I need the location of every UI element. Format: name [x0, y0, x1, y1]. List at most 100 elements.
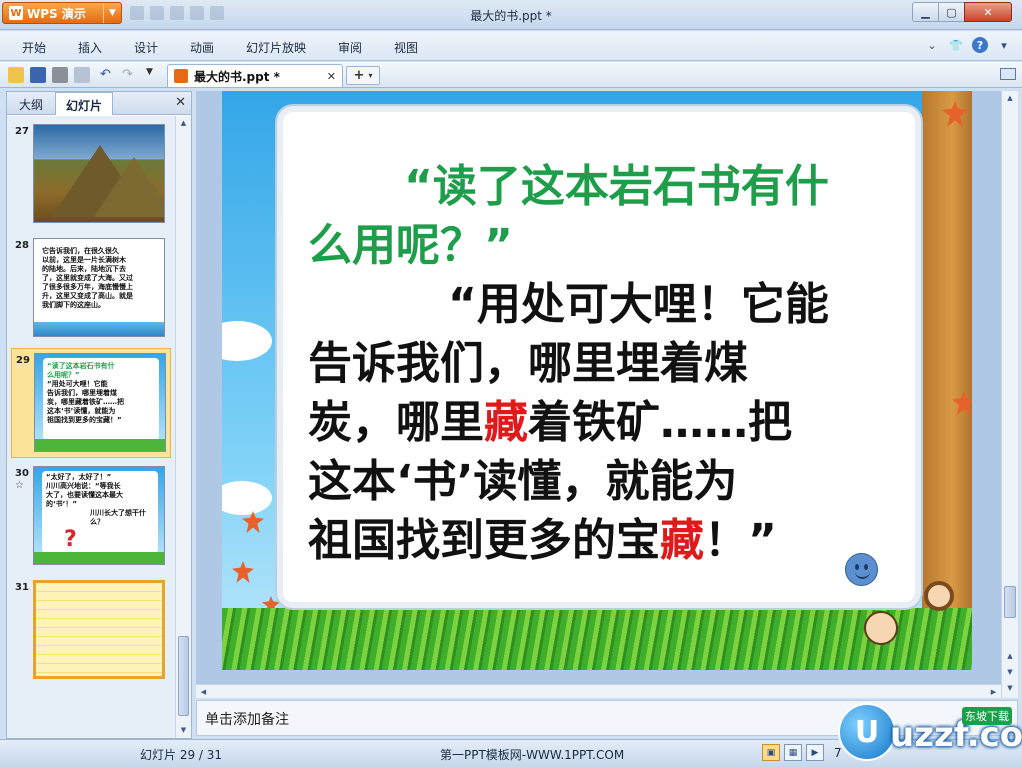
slide-preview: [33, 580, 165, 679]
menu-item-slideshow[interactable]: 幻灯片放映: [246, 39, 306, 56]
cloud-decoration: [222, 481, 272, 515]
thumb-line: 川川长大了想干什: [90, 509, 146, 517]
slide-number: 29: [16, 355, 30, 366]
slideshow-view-icon[interactable]: ▶: [806, 744, 824, 761]
scroll-up-icon[interactable]: ▲: [1002, 649, 1018, 664]
child-character-image: [864, 611, 898, 645]
thumb-line: “太好了，太好了！”: [46, 473, 112, 481]
watermark-tag: 东坡下载: [962, 707, 1012, 725]
slide-thumbnail-30[interactable]: 30 ☆ “太好了，太好了！” 川川高兴地说：“等我长 大了，也要读懂这本最大 …: [11, 462, 171, 572]
window-layout-icon[interactable]: [1000, 68, 1016, 80]
new-tab-button[interactable]: + ▾: [346, 66, 380, 85]
slide-thumbnail-31[interactable]: 31: [11, 576, 171, 686]
tab-slides[interactable]: 幻灯片: [55, 92, 114, 115]
slide-number: 30: [15, 468, 29, 479]
menu-bar: 开始 插入 设计 动画 幻灯片放映 审阅 视图 ⌄ 👕 ? ▾: [0, 31, 1022, 61]
chevron-down-icon[interactable]: ▾: [996, 37, 1012, 53]
close-icon[interactable]: ✕: [327, 70, 336, 83]
question-line-1: “读了这本岩石书有什: [404, 161, 829, 212]
notes-placeholder[interactable]: 单击添加备注: [205, 709, 289, 729]
thumb-line: 祖国找到更多的宝藏！”: [47, 416, 122, 424]
thumb-line: 炭，哪里藏着铁矿……把: [47, 398, 124, 406]
redo-icon[interactable]: ↷: [122, 67, 138, 83]
thumb-line: “用处可大哩！它能: [47, 380, 108, 388]
chevron-down-icon[interactable]: ▼: [146, 67, 162, 83]
window-title: 最大的书.ppt *: [470, 9, 552, 23]
question-line-2: 么用呢？”: [308, 220, 513, 271]
open-folder-icon[interactable]: [8, 67, 24, 83]
slide-preview: “读了这本岩石书有什 么用呢？” “用处可大哩！它能 告诉我们，哪里埋着煤 炭，…: [34, 353, 166, 452]
close-icon[interactable]: ✕: [175, 95, 186, 110]
girl-character-image: [924, 581, 954, 611]
slide-thumbnail-list: 27 28 它告诉我们，在很久很久 以前，这里是一片长满树木 的陆地。后来，陆地…: [7, 116, 175, 738]
scroll-down-icon[interactable]: ▼: [176, 723, 191, 738]
template-name: 第一PPT模板网-WWW.1PPT.COM: [440, 748, 625, 762]
scroll-left-icon[interactable]: ◀: [196, 685, 211, 699]
menu-item-view[interactable]: 视图: [394, 39, 418, 56]
print-preview-icon[interactable]: [74, 67, 90, 83]
menu-item-insert[interactable]: 插入: [78, 39, 102, 56]
scroll-up-icon[interactable]: ▲: [176, 116, 191, 131]
scroll-right-icon[interactable]: ▶: [986, 685, 1001, 699]
maximize-button[interactable]: ▢: [938, 2, 965, 22]
slide-horizontal-scrollbar[interactable]: ◀ ▶: [196, 684, 1001, 698]
plus-icon: +: [353, 68, 365, 83]
minimize-button[interactable]: ▁: [912, 2, 939, 22]
thumb-line: 我们脚下的这座山。: [42, 301, 105, 309]
slide-vertical-scrollbar[interactable]: ▲ ▲ ▼ ▼: [1001, 91, 1018, 698]
thumb-line: 了很多很多万年，海底慢慢上: [42, 283, 133, 291]
uzzf-watermark: U uzzf.com 东坡下载: [838, 703, 1022, 765]
help-icon[interactable]: ?: [972, 37, 988, 53]
panel-tabs: 大纲 幻灯片 ✕: [7, 92, 191, 115]
answer-line-5: 祖国找到更多的宝藏！”: [308, 515, 777, 566]
scroll-down-icon[interactable]: ▼: [1002, 665, 1018, 680]
thumb-line: 升，这里又变成了高山。就是: [42, 292, 133, 300]
maple-leaf-icon: [232, 561, 254, 583]
question-mark-icon: ?: [64, 527, 77, 552]
menu-item-home[interactable]: 开始: [22, 39, 46, 56]
grass-decoration: [222, 608, 972, 670]
answer-line-1: “用处可大哩！它能: [448, 279, 829, 330]
toolbar: ↶ ↷ ▼ 最大的书.ppt * ✕ + ▾: [0, 62, 1022, 88]
undo-icon[interactable]: ↶: [100, 67, 116, 83]
cloud-decoration: [222, 321, 272, 361]
slide-body-text[interactable]: “读了这本岩石书有什 么用呢？” “用处可大哩！它能 告诉我们，哪里埋着煤 炭，…: [308, 157, 898, 570]
tab-outline[interactable]: 大纲: [9, 92, 53, 115]
slide-preview: “太好了，太好了！” 川川高兴地说：“等我长 大了，也要读懂这本最大 的‘书’！…: [33, 466, 165, 565]
print-icon[interactable]: [52, 67, 68, 83]
slide-sorter-view-icon[interactable]: ▦: [784, 744, 802, 761]
thumb-line: 它告诉我们，在很久很久: [42, 247, 119, 255]
slides-panel: 大纲 幻灯片 ✕ 27 28 它告诉我们，在很久很久 以前，这里是一片长满树木 …: [6, 91, 192, 739]
skin-icon[interactable]: 👕: [948, 37, 964, 53]
close-button[interactable]: ✕: [964, 2, 1012, 22]
slide-thumbnail-28[interactable]: 28 它告诉我们，在很久很久 以前，这里是一片长满树木 的陆地。后来，陆地沉下去…: [11, 234, 171, 344]
slide-number: 27: [15, 126, 29, 137]
slide-thumbnail-27[interactable]: 27: [11, 120, 171, 230]
thumb-line: 么用呢？”: [47, 371, 80, 379]
scroll-down-icon[interactable]: ▼: [1002, 681, 1018, 696]
document-tab[interactable]: 最大的书.ppt * ✕: [167, 64, 343, 87]
scroll-thumb[interactable]: [178, 636, 189, 716]
current-slide[interactable]: “读了这本岩石书有什 么用呢？” “用处可大哩！它能 告诉我们，哪里埋着煤 炭，…: [222, 91, 972, 670]
menu-item-animation[interactable]: 动画: [190, 39, 214, 56]
panel-scrollbar[interactable]: ▲ ▼: [175, 116, 191, 738]
scroll-thumb[interactable]: [1004, 586, 1016, 618]
thumb-line: “读了这本岩石书有什: [47, 362, 115, 370]
ppt-file-icon: [174, 69, 188, 83]
menu-item-design[interactable]: 设计: [134, 39, 158, 56]
chevron-down-icon[interactable]: ⌄: [924, 37, 940, 53]
slide-thumbnail-29[interactable]: 29 “读了这本岩石书有什 么用呢？” “用处可大哩！它能 告诉我们，哪里埋着煤…: [11, 348, 171, 458]
scroll-up-icon[interactable]: ▲: [1002, 91, 1018, 106]
mountain-image: [33, 124, 165, 223]
slide-preview: 它告诉我们，在很久很久 以前，这里是一片长满树木 的陆地。后来，陆地沉下去 了，…: [33, 238, 165, 337]
thumb-line: 的陆地。后来，陆地沉下去: [42, 265, 126, 273]
menu-item-review[interactable]: 审阅: [338, 39, 362, 56]
chevron-down-icon[interactable]: ▾: [368, 71, 372, 80]
thumb-line: 了，这里就变成了大海。又过: [42, 274, 133, 282]
normal-view-icon[interactable]: ▣: [762, 744, 780, 761]
view-switcher: ▣ ▦ ▶: [762, 744, 824, 761]
slide-number: 31: [15, 582, 29, 593]
menu-right-controls: ⌄ 👕 ? ▾: [924, 37, 1012, 53]
save-icon[interactable]: [30, 67, 46, 83]
answer-line-2: 告诉我们，哪里埋着煤: [308, 338, 748, 389]
